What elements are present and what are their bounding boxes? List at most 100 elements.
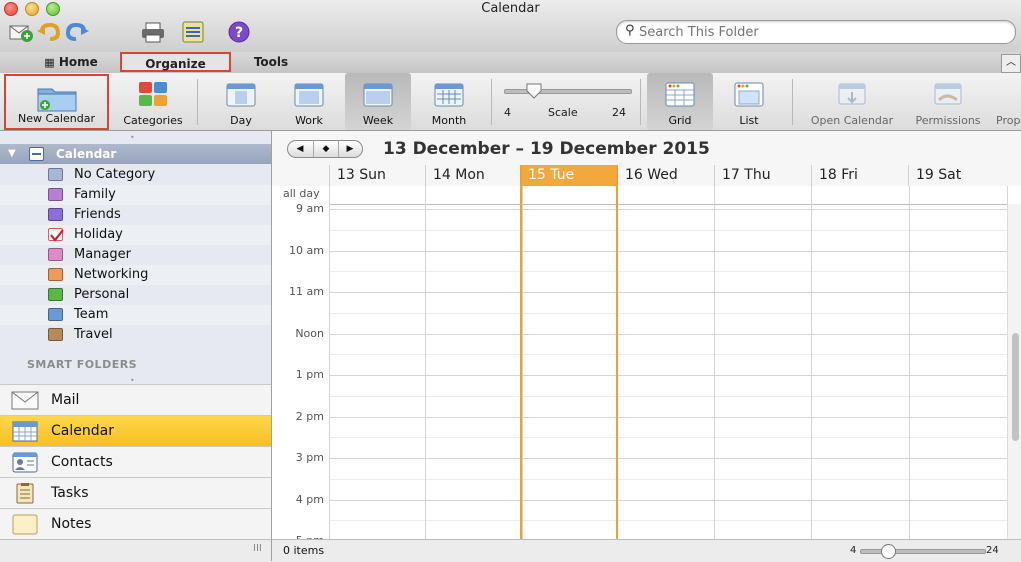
category-checkbox[interactable]	[48, 268, 63, 281]
grid-view-button[interactable]: Grid	[647, 73, 713, 130]
time-label: 3 pm	[295, 451, 324, 464]
category-checkbox[interactable]	[48, 308, 63, 321]
sidebar-calendar-header[interactable]: ▼ Calendar	[0, 144, 271, 164]
ribbon-toolbar: New Calendar Categories Day Work Week Mo…	[0, 73, 1021, 131]
category-item[interactable]: Networking	[0, 265, 271, 285]
nav-calendar[interactable]: Calendar	[0, 415, 271, 447]
week-grid[interactable]	[329, 204, 1007, 539]
work-week-button[interactable]: Work	[276, 73, 342, 130]
collapse-ribbon-icon[interactable]: ︿	[1001, 54, 1021, 73]
day-header[interactable]: 14 Mon	[425, 165, 520, 186]
toolbar-separator	[491, 79, 492, 125]
category-checkbox[interactable]	[48, 188, 63, 201]
category-item[interactable]: Friends	[0, 205, 271, 225]
zoom-min-label: 4	[850, 545, 857, 556]
nav-tasks[interactable]: Tasks	[0, 477, 271, 509]
category-item[interactable]: Travel	[0, 325, 271, 345]
zoom-slider-knob[interactable]	[881, 544, 896, 559]
day-header[interactable]: 18 Fri	[811, 165, 908, 186]
day-header[interactable]: 16 Wed	[617, 165, 714, 186]
day-column-divider	[329, 204, 330, 539]
date-navigation-control: ◀ ◆ ▶	[287, 140, 363, 158]
all-day-divider	[909, 186, 910, 204]
day-view-icon	[224, 80, 258, 111]
sidebar-resize-grip[interactable]: III	[253, 543, 262, 554]
checkmark-icon	[50, 229, 64, 242]
grid-view-icon	[663, 80, 697, 111]
today-button[interactable]: ◆	[313, 141, 339, 157]
next-week-button[interactable]: ▶	[338, 141, 362, 157]
svg-text:?: ?	[235, 25, 243, 41]
category-label: Friends	[74, 207, 121, 222]
half-hour-line	[329, 520, 1007, 521]
day-column-divider	[811, 204, 812, 539]
day-header[interactable]: 17 Thu	[714, 165, 811, 186]
send-receive-icon[interactable]	[8, 20, 34, 44]
hour-line	[329, 500, 1007, 501]
month-view-icon	[432, 80, 466, 111]
tab-organize[interactable]: Organize	[120, 52, 231, 72]
category-checkbox[interactable]	[48, 208, 63, 221]
disclosure-triangle-icon[interactable]: ▼	[8, 148, 16, 159]
print-icon[interactable]	[140, 20, 166, 44]
category-item[interactable]: Holiday	[0, 225, 271, 245]
category-item[interactable]: Manager	[0, 245, 271, 265]
previous-week-button[interactable]: ◀	[288, 141, 312, 157]
tab-tools[interactable]: Tools	[240, 52, 302, 72]
all-day-divider	[329, 186, 330, 204]
new-calendar-button[interactable]: New Calendar	[4, 74, 109, 130]
day-header-row: 13 Sun 14 Mon 15 Tue 16 Wed 17 Thu 18 Fri 19 S…	[272, 165, 1021, 187]
item-count: 0 items	[283, 544, 325, 557]
list-view-button[interactable]: List	[716, 73, 782, 130]
zoom-slider-track[interactable]	[860, 549, 986, 554]
tab-home[interactable]: ▦ Home	[28, 52, 114, 72]
category-checkbox[interactable]	[48, 288, 63, 301]
half-hour-line	[329, 271, 1007, 272]
category-checkbox[interactable]	[48, 168, 63, 181]
all-day-divider	[1007, 186, 1008, 204]
day-header[interactable]: 15 Tue	[520, 165, 617, 186]
category-checkbox[interactable]	[48, 328, 63, 341]
day-header[interactable]: 13 Sun	[329, 165, 425, 186]
scale-slider-track[interactable]	[504, 89, 632, 94]
resize-handle[interactable]: •	[130, 133, 135, 142]
toolbar-separator	[640, 79, 641, 125]
day-header[interactable]: 19 Sat	[908, 165, 1007, 186]
category-label: Personal	[74, 287, 130, 302]
nav-contacts[interactable]: Contacts	[0, 446, 271, 478]
hour-line	[329, 458, 1007, 459]
notes-icon	[12, 514, 38, 535]
half-hour-line	[329, 354, 1007, 355]
category-checkbox[interactable]	[48, 228, 64, 242]
nav-notes[interactable]: Notes	[0, 508, 271, 540]
redo-icon[interactable]	[64, 20, 90, 44]
category-item[interactable]: Personal	[0, 285, 271, 305]
permissions-button[interactable]: Permissions	[906, 73, 990, 130]
scrollbar-thumb[interactable]	[1012, 333, 1019, 441]
scale-slider-knob[interactable]	[526, 83, 542, 102]
search-field[interactable]: ⚲	[616, 20, 1016, 44]
view-icon[interactable]	[180, 20, 206, 44]
hour-line	[329, 417, 1007, 418]
time-label: 1 pm	[295, 368, 324, 381]
scale-slider-group: 4 Scale 24	[500, 73, 634, 130]
category-item[interactable]: Family	[0, 185, 271, 205]
open-calendar-button[interactable]: Open Calendar	[800, 73, 904, 130]
all-day-divider	[714, 186, 715, 204]
categories-button[interactable]: Categories	[116, 73, 190, 130]
day-view-button[interactable]: Day	[208, 73, 274, 130]
help-icon[interactable]: ?	[226, 20, 252, 44]
search-input[interactable]	[639, 24, 999, 40]
calendar-folder-icon	[29, 147, 44, 161]
category-checkbox[interactable]	[48, 248, 63, 261]
nav-mail[interactable]: Mail	[0, 384, 271, 416]
category-label: Manager	[74, 247, 131, 262]
week-view-button[interactable]: Week	[345, 73, 411, 130]
category-item[interactable]: No Category	[0, 165, 271, 185]
category-item[interactable]: Team	[0, 305, 271, 325]
undo-icon[interactable]	[36, 20, 62, 44]
category-label: Travel	[74, 327, 113, 342]
time-label: Noon	[295, 327, 324, 340]
month-view-button[interactable]: Month	[414, 73, 484, 130]
properties-button[interactable]: Prop	[992, 73, 1021, 130]
